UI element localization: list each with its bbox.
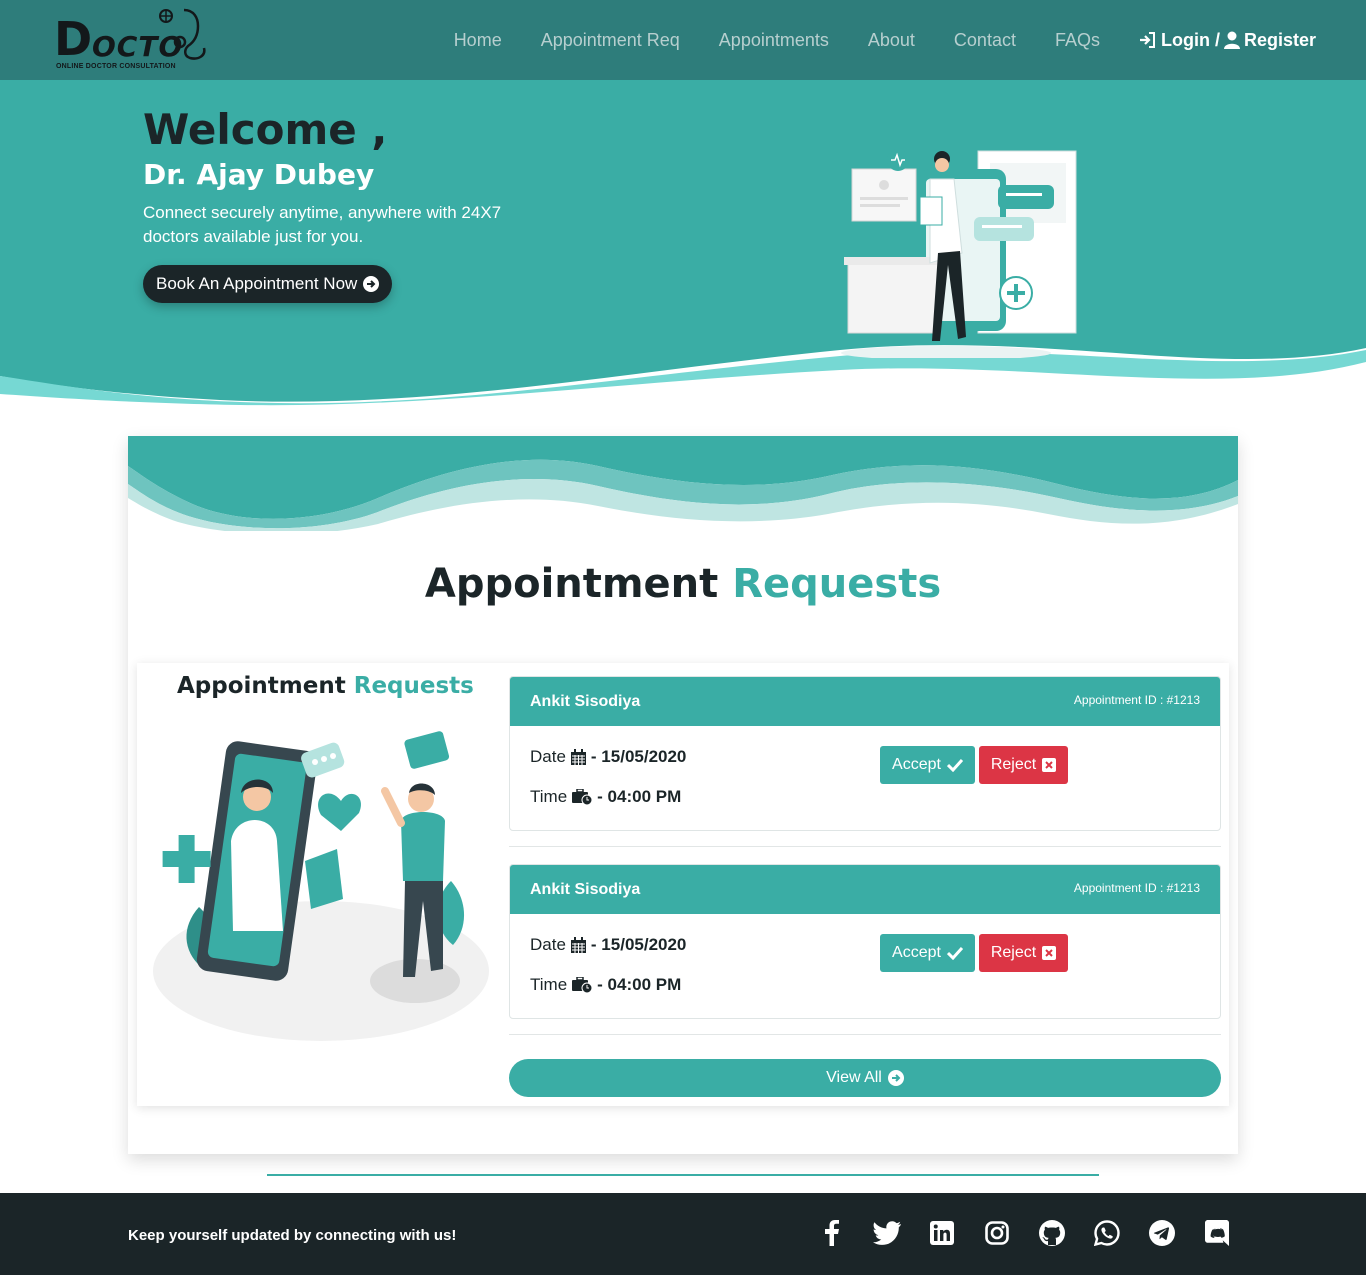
logo-letter: D — [54, 12, 92, 66]
nav-appointment-req[interactable]: Appointment Req — [541, 30, 680, 51]
close-square-icon — [1042, 946, 1057, 960]
navbar: D OCTO ONLINE DOCTOR CONSULTATION Home A… — [0, 0, 1366, 80]
check-icon — [946, 758, 963, 772]
appointment-request-card: Ankit Sisodiya Appointment ID : #1213 Da… — [509, 676, 1221, 831]
requests-card: Appointment Requests Ankit Sisodiya Appo… — [137, 663, 1229, 1106]
social-links — [818, 1219, 1231, 1247]
check-icon — [946, 946, 963, 960]
welcome-heading: Welcome , — [143, 105, 388, 154]
time-label: Time — [530, 975, 568, 994]
card-title-accent: Requests — [353, 673, 474, 699]
nav-home[interactable]: Home — [454, 30, 502, 51]
close-square-icon — [1042, 758, 1057, 772]
nav-appointments[interactable]: Appointments — [719, 30, 829, 51]
appointment-id: Appointment ID : #1213 — [1073, 693, 1200, 707]
facebook-icon[interactable] — [818, 1219, 846, 1247]
stethoscope-icon — [159, 8, 206, 60]
time-value: - 04:00 PM — [597, 975, 682, 994]
section-title: Appointment Requests — [128, 561, 1238, 607]
request-header: Ankit Sisodiya Appointment ID : #1213 — [510, 677, 1220, 726]
register-link[interactable]: Register — [1244, 30, 1316, 51]
card-title-dark: Appointment — [177, 673, 346, 699]
time-value: - 04:00 PM — [597, 787, 682, 806]
request-header: Ankit Sisodiya Appointment ID : #1213 — [510, 865, 1220, 914]
time-label: Time — [530, 787, 568, 806]
reject-button[interactable]: Reject — [979, 934, 1068, 972]
arrow-circle-right-icon — [363, 276, 380, 292]
github-icon[interactable] — [1038, 1219, 1066, 1247]
calendar-icon — [570, 937, 586, 953]
appointment-id: Appointment ID : #1213 — [1073, 881, 1200, 895]
nav-contact[interactable]: Contact — [954, 30, 1016, 51]
request-time: Time - 04:00 PM — [530, 787, 681, 807]
date-label: Date — [530, 747, 566, 766]
sign-in-icon — [1139, 32, 1155, 48]
hero-doctor-illustration — [841, 149, 1077, 358]
section-title-accent: Requests — [732, 561, 942, 607]
linkedin-icon[interactable] — [928, 1219, 956, 1247]
twitter-icon[interactable] — [873, 1219, 901, 1247]
date-label: Date — [530, 935, 566, 954]
hero-tagline: Connect securely anytime, anywhere with … — [143, 203, 502, 246]
appointment-requests-section: Appointment Requests Appointment Request… — [128, 436, 1238, 1154]
section-title-dark: Appointment — [424, 561, 719, 607]
accept-button[interactable]: Accept — [880, 934, 975, 972]
patient-name: Ankit Sisodiya — [530, 881, 641, 898]
date-value: - 15/05/2020 — [590, 747, 687, 766]
nav-faqs[interactable]: FAQs — [1055, 30, 1100, 51]
footer: Keep yourself updated by connecting with… — [0, 1193, 1366, 1275]
instagram-icon[interactable] — [983, 1219, 1011, 1247]
nav-about[interactable]: About — [868, 30, 915, 51]
request-time: Time - 04:00 PM — [530, 975, 681, 995]
request-date: Date - 15/05/2020 — [530, 747, 686, 767]
arrow-circle-right-icon — [887, 1070, 904, 1086]
user-icon — [1223, 31, 1240, 49]
reject-button[interactable]: Reject — [979, 746, 1068, 784]
patient-name: Ankit Sisodiya — [530, 693, 641, 710]
request-date: Date - 15/05/2020 — [530, 935, 686, 955]
book-appointment-button[interactable]: Book An Appointment Now — [143, 265, 393, 303]
appointment-request-card: Ankit Sisodiya Appointment ID : #1213 Da… — [509, 864, 1221, 1019]
requests-card-title: Appointment Requests — [177, 673, 474, 699]
section-wave-decoration — [128, 436, 1238, 531]
reject-label: Reject — [990, 944, 1037, 961]
whatsapp-icon[interactable] — [1093, 1219, 1121, 1247]
footer-message: Keep yourself updated by connecting with… — [128, 1227, 457, 1244]
business-time-icon — [572, 789, 593, 805]
accept-label: Accept — [892, 944, 941, 961]
discord-icon[interactable] — [1203, 1219, 1231, 1247]
accept-label: Accept — [892, 756, 941, 773]
request-divider — [509, 1034, 1221, 1035]
accept-button[interactable]: Accept — [880, 746, 975, 784]
telegram-icon[interactable] — [1148, 1219, 1176, 1247]
business-time-icon — [572, 977, 593, 993]
telemedicine-illustration — [153, 731, 489, 1041]
date-value: - 15/05/2020 — [590, 935, 687, 954]
doctor-name: Dr. Ajay Dubey — [143, 158, 375, 191]
calendar-icon — [570, 749, 586, 765]
login-link[interactable]: Login / — [1161, 30, 1220, 51]
auth-links: Login / Register — [1139, 30, 1316, 51]
footer-divider — [267, 1174, 1099, 1176]
request-divider — [509, 846, 1221, 847]
reject-label: Reject — [990, 756, 1037, 773]
book-appointment-label: Book An Appointment Now — [156, 274, 358, 293]
view-all-button[interactable]: View All — [509, 1059, 1221, 1097]
logo[interactable]: D OCTO ONLINE DOCTOR CONSULTATION — [54, 8, 214, 74]
view-all-label: View All — [826, 1069, 882, 1086]
nav-links: Home Appointment Req Appointments About … — [415, 0, 1316, 80]
